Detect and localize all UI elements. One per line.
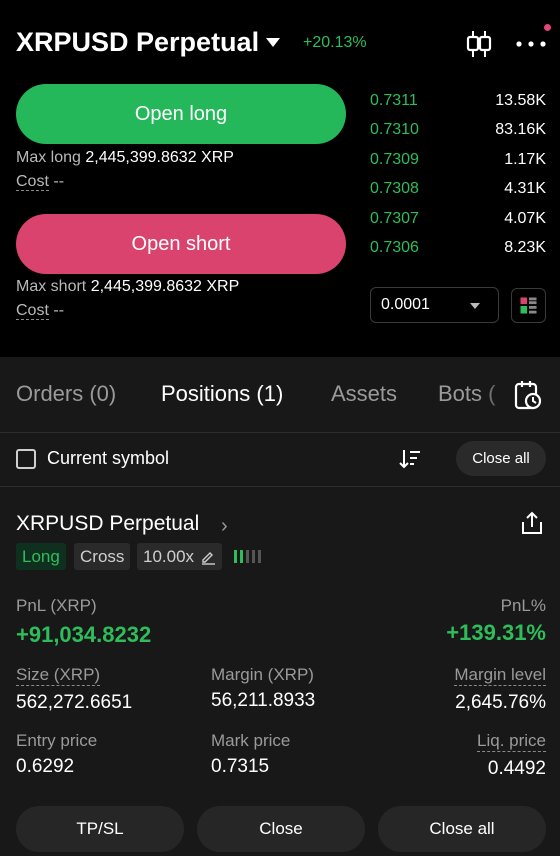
precision-value: 0.0001 <box>381 296 430 313</box>
liq-price-label[interactable]: Liq. price <box>477 731 546 752</box>
bid-qty: 8.23K <box>504 239 546 257</box>
cost-value: -- <box>53 173 65 190</box>
divider <box>0 486 560 487</box>
cost-value-2: -- <box>53 302 65 319</box>
max-short-row: Max short 2,445,399.8632 XRP <box>16 278 239 296</box>
max-long-label: Max long <box>16 149 81 166</box>
size-value: 562,272.6651 <box>16 692 133 713</box>
cost-row-2: Cost -- <box>16 302 64 320</box>
cost-label-2[interactable]: Cost <box>16 302 49 320</box>
pnl-value: +91,034.8232 <box>16 622 152 647</box>
bid-qty: 4.07K <box>504 209 546 227</box>
tab-orders[interactable]: Orders (0) <box>16 381 116 407</box>
tab-assets[interactable]: Assets <box>331 381 397 407</box>
precision-select[interactable]: 0.0001 <box>370 287 499 323</box>
chevron-right-icon[interactable]: › <box>221 515 228 538</box>
cost-row: Cost -- <box>16 173 64 191</box>
max-long-value: 2,445,399.8632 XRP <box>85 149 234 166</box>
symbol-title[interactable]: XRPUSD Perpetual <box>16 27 259 58</box>
side-badge: Long <box>16 543 66 570</box>
position-symbol[interactable]: XRPUSD Perpetual <box>16 512 199 536</box>
tpsl-button[interactable]: TP/SL <box>16 806 184 852</box>
tab-fade <box>478 367 518 427</box>
order-book-row[interactable]: 0.7306 8.23K <box>370 234 546 264</box>
bid-price: 0.7309 <box>370 150 419 168</box>
current-symbol-label[interactable]: Current symbol <box>47 448 169 469</box>
edit-icon <box>202 551 216 565</box>
trade-panel: XRPUSD Perpetual +20.13% Open long Max l… <box>0 0 560 345</box>
open-short-button[interactable]: Open short <box>16 214 346 274</box>
order-book-row[interactable]: 0.7309 1.17K <box>370 145 546 175</box>
order-history-icon[interactable] <box>513 379 543 411</box>
mark-price-label: Mark price <box>211 731 291 750</box>
entry-price-label: Entry price <box>16 731 98 750</box>
candlestick-icon[interactable] <box>466 30 492 58</box>
entry-price-value: 0.6292 <box>16 756 75 777</box>
bid-price: 0.7310 <box>370 121 419 139</box>
bid-qty: 4.31K <box>504 180 546 198</box>
max-short-value: 2,445,399.8632 XRP <box>90 278 240 295</box>
price-change-badge: +20.13% <box>303 34 367 51</box>
header: XRPUSD Perpetual +20.13% <box>0 0 560 80</box>
order-book-row[interactable]: 0.7310 83.16K <box>370 116 546 146</box>
size-label[interactable]: Size (XRP) <box>16 665 101 686</box>
more-icon[interactable] <box>516 41 546 47</box>
margin-value: 56,211.8933 <box>211 690 316 711</box>
bid-price: 0.7311 <box>370 91 418 109</box>
current-symbol-checkbox[interactable] <box>16 449 36 469</box>
book-layout-icon[interactable] <box>511 288 546 323</box>
bid-price: 0.7307 <box>370 209 419 227</box>
share-icon[interactable] <box>520 510 544 536</box>
pnl-pct-label: PnL% <box>500 596 546 615</box>
close-all-button[interactable]: Close all <box>378 806 546 852</box>
order-book: 0.7311 13.58K 0.7310 83.16K 0.7309 1.17K… <box>370 86 546 263</box>
mark-price-value: 0.7315 <box>211 756 270 777</box>
margin-mode-badge: Cross <box>74 543 131 570</box>
liq-price-value: 0.4492 <box>487 758 546 779</box>
bid-qty: 1.17K <box>504 150 546 168</box>
bid-price: 0.7306 <box>370 239 419 257</box>
bid-qty: 83.16K <box>495 121 546 139</box>
tab-positions[interactable]: Positions (1) <box>161 381 283 407</box>
tab-bar: Orders (0) Positions (1) Assets Bots ( <box>0 357 560 433</box>
cost-label[interactable]: Cost <box>16 173 49 191</box>
positions-panel: Orders (0) Positions (1) Assets Bots ( C… <box>0 357 560 856</box>
leverage-badge[interactable]: 10.00x <box>137 543 223 570</box>
order-book-row[interactable]: 0.7308 4.31K <box>370 175 546 205</box>
close-button[interactable]: Close <box>197 806 365 852</box>
open-long-button[interactable]: Open long <box>16 84 346 144</box>
pnl-label: PnL (XRP) <box>16 596 97 615</box>
margin-level-label[interactable]: Margin level <box>454 665 546 686</box>
sort-icon[interactable] <box>398 447 422 471</box>
order-book-row[interactable]: 0.7311 13.58K <box>370 86 546 116</box>
chevron-down-icon <box>470 303 480 309</box>
pnl-pct-value: +139.31% <box>446 620 546 645</box>
order-book-row[interactable]: 0.7307 4.07K <box>370 204 546 234</box>
bid-price: 0.7308 <box>370 180 419 198</box>
bid-qty: 13.58K <box>495 91 546 109</box>
filter-bar: Current symbol Close all <box>0 433 560 487</box>
adl-indicator-icon <box>234 550 261 563</box>
max-short-label: Max short <box>16 278 87 295</box>
leverage-value: 10.00x <box>143 546 195 566</box>
max-long-row: Max long 2,445,399.8632 XRP <box>16 149 234 167</box>
margin-label: Margin (XRP) <box>211 665 314 684</box>
notification-dot-icon <box>544 24 551 31</box>
close-all-filter-button[interactable]: Close all <box>456 441 546 476</box>
margin-level-value: 2,645.76% <box>455 692 546 713</box>
chevron-down-icon[interactable] <box>266 38 280 47</box>
